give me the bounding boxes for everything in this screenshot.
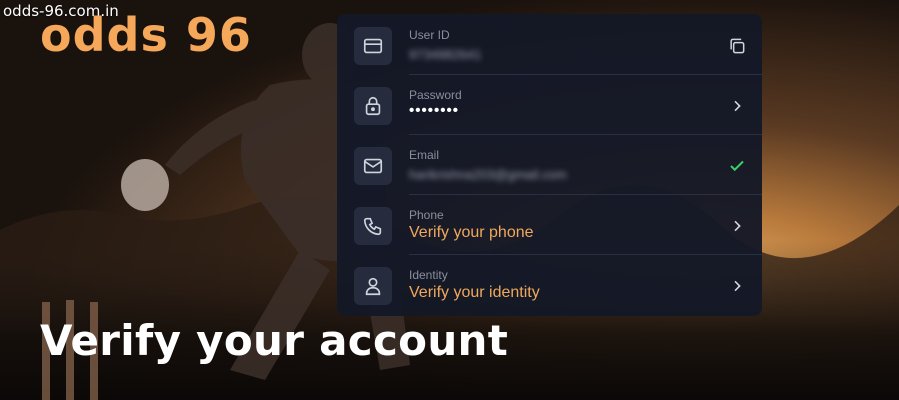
user-icon (354, 267, 392, 305)
account-verification-panel: User ID 9734982641 Password •••••••• Ema… (337, 14, 762, 316)
password-label: Password (409, 88, 462, 102)
phone-icon (354, 207, 392, 245)
check-icon (726, 155, 748, 177)
mail-icon (354, 147, 392, 185)
user-id-value: 9734982641 (409, 47, 482, 62)
brand-logo[interactable]: odds 96 (40, 8, 252, 62)
copy-icon[interactable] (726, 35, 748, 57)
email-label: Email (409, 148, 440, 162)
password-row[interactable]: Password •••••••• (337, 75, 762, 135)
page-headline: Verify your account (40, 316, 509, 365)
phone-label: Phone (409, 208, 444, 222)
verify-phone-link[interactable]: Verify your phone (409, 224, 534, 242)
identity-label: Identity (409, 268, 448, 282)
lock-icon (354, 87, 392, 125)
id-card-icon (354, 27, 392, 65)
password-value: •••••••• (409, 102, 460, 119)
email-row[interactable]: Email harikrishna203@gmail.com (337, 135, 762, 195)
chevron-right-icon[interactable] (726, 95, 748, 117)
email-value: harikrishna203@gmail.com (409, 167, 567, 182)
user-id-label: User ID (409, 28, 450, 42)
chevron-right-icon[interactable] (726, 275, 748, 297)
user-id-row[interactable]: User ID 9734982641 (337, 15, 762, 75)
verify-identity-link[interactable]: Verify your identity (409, 284, 540, 302)
phone-row[interactable]: Phone Verify your phone (337, 195, 762, 255)
chevron-right-icon[interactable] (726, 215, 748, 237)
identity-row[interactable]: Identity Verify your identity (337, 255, 762, 315)
